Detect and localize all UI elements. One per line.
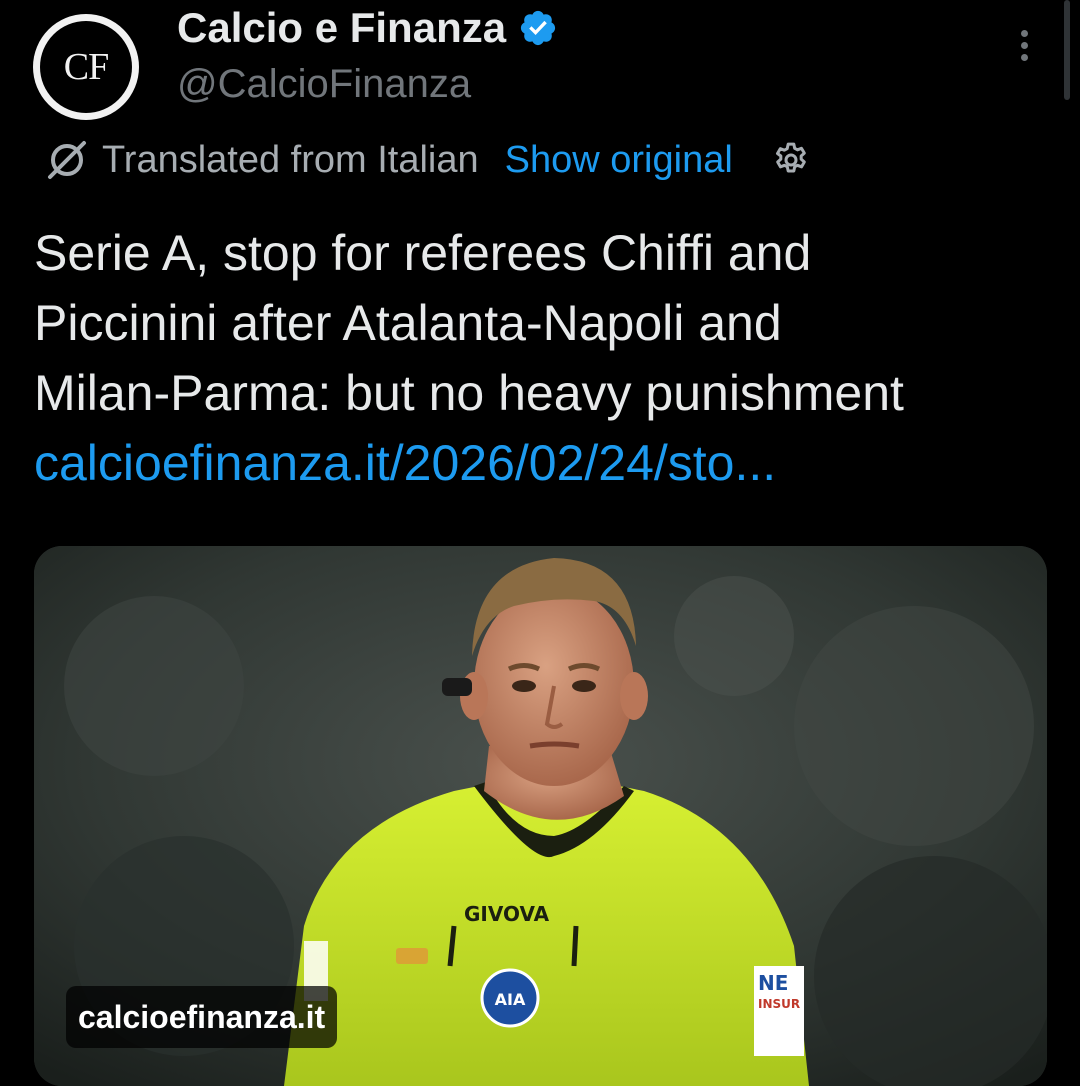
gear-icon[interactable] [771,140,811,180]
translated-from-label: Translated from Italian [102,138,479,181]
avatar-initials: CF [40,21,132,113]
show-original-link[interactable]: Show original [505,139,733,182]
display-name-text: Calcio e Finanza [177,4,507,51]
translation-bar: Translated from Italian Show original [44,136,811,184]
account-handle[interactable]: @CalcioFinanza [177,62,471,107]
post-link[interactable]: calcioefinanza.it/2026/02/24/sto... [34,435,776,491]
verified-badge-icon [521,10,556,46]
display-name[interactable]: Calcio e Finanza [177,4,558,52]
post-text: Serie A, stop for referees Chiffi and Pi… [34,218,1044,498]
translate-icon [48,141,86,179]
avatar[interactable]: CF [33,14,139,120]
sleeve-patch-title: NE [758,971,788,995]
aia-badge: AIA [495,990,526,1009]
post-body: Serie A, stop for referees Chiffi and Pi… [34,225,904,421]
sleeve-patch-subtitle: INSUR [758,997,800,1011]
media-domain-label[interactable]: calcioefinanza.it [66,986,338,1048]
shirt-brand: GIVOVA [464,902,550,926]
scrollbar[interactable] [1064,0,1070,100]
more-options-icon[interactable] [1014,30,1034,70]
